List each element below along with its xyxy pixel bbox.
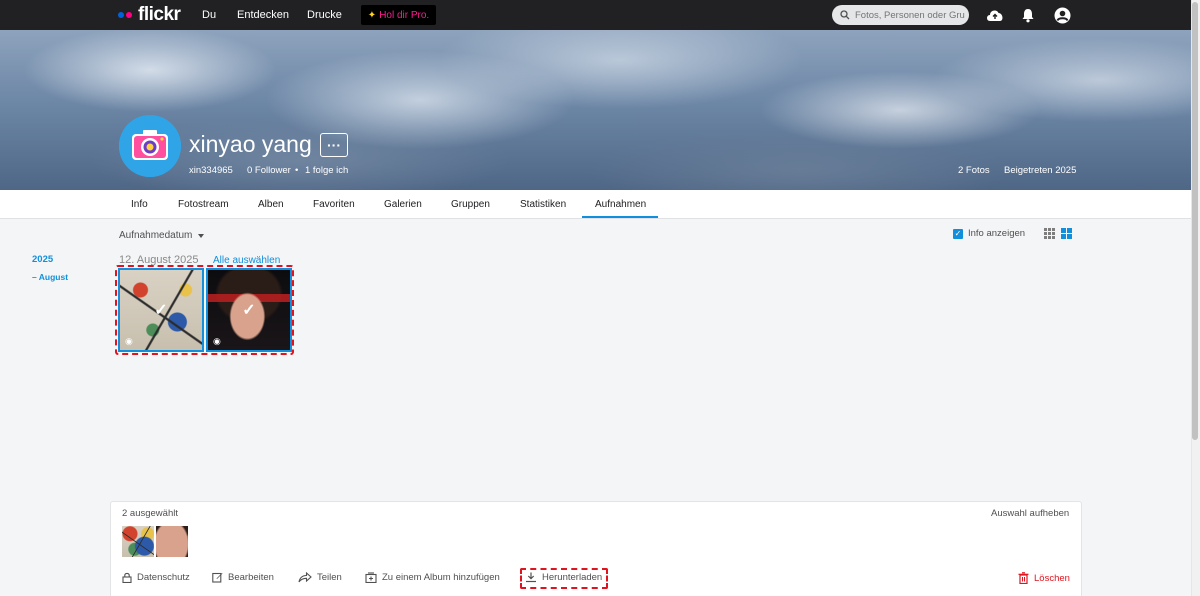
sparkle-icon: ✦	[367, 9, 377, 21]
edit-button[interactable]: Bearbeiten	[212, 572, 274, 583]
tab-aufnahmen[interactable]: Aufnahmen	[595, 199, 646, 210]
tab-galerien[interactable]: Galerien	[384, 199, 422, 210]
delete-label: Löschen	[1034, 572, 1070, 584]
large-grid-view-icon[interactable]	[1061, 228, 1072, 239]
caret-down-icon	[198, 233, 205, 238]
privacy-button[interactable]: Datenschutz	[122, 572, 190, 583]
selected-count: 2 ausgewählt	[122, 508, 178, 519]
lock-icon	[122, 572, 132, 583]
following-link[interactable]: 1 folge ich	[305, 165, 348, 176]
tab-favoriten[interactable]: Favoriten	[313, 199, 355, 210]
photo-count: 2 Fotos	[958, 165, 990, 176]
followers-link[interactable]: 0 Follower	[247, 165, 291, 176]
add-to-album-button[interactable]: Zu einem Album hinzufügen	[365, 572, 500, 583]
nav-link-drucke[interactable]: Drucke	[307, 9, 342, 21]
add-to-album-label: Zu einem Album hinzufügen	[382, 572, 500, 583]
logo-text: flickr	[138, 4, 181, 25]
sort-label: Aufnahmedatum	[119, 230, 193, 241]
sort-dropdown[interactable]: Aufnahmedatum	[119, 230, 205, 241]
flickr-logo[interactable]: flickr	[118, 4, 181, 25]
account-icon[interactable]	[1052, 6, 1072, 24]
edit-label: Bearbeiten	[228, 572, 274, 583]
tab-alben[interactable]: Alben	[258, 199, 284, 210]
download-icon	[526, 572, 536, 583]
timeline-year[interactable]: 2025	[32, 254, 53, 265]
top-nav: flickr Du Entdecken Drucke ✦ Hol dir Pro…	[0, 0, 1200, 30]
download-label: Herunterladen	[542, 572, 603, 583]
more-options-button[interactable]: ···	[320, 133, 348, 157]
eye-icon: ◉	[213, 336, 221, 346]
upload-icon[interactable]	[984, 6, 1006, 24]
profile-avatar[interactable]	[119, 115, 181, 177]
deselect-link[interactable]: Auswahl aufheben	[991, 508, 1069, 519]
trash-icon	[1018, 572, 1029, 584]
joined-date: Beigetreten 2025	[1004, 165, 1077, 176]
camera-avatar-icon	[119, 115, 181, 177]
edit-icon	[212, 572, 223, 583]
small-grid-view-icon[interactable]	[1044, 228, 1055, 239]
eye-icon: ◉	[125, 336, 133, 346]
get-pro-button[interactable]: ✦ Hol dir Pro.	[361, 5, 436, 25]
show-info-label: Info anzeigen	[968, 228, 1026, 239]
selected-thumbnail	[122, 526, 154, 557]
share-label: Teilen	[317, 572, 342, 583]
search-icon	[840, 10, 850, 20]
logo-pink-dot	[126, 12, 132, 18]
active-tab-indicator	[582, 216, 658, 218]
nav-link-entdecken[interactable]: Entdecken	[237, 9, 289, 21]
timeline-month-label: August	[38, 272, 69, 282]
get-pro-label: Hol dir Pro.	[379, 9, 430, 21]
download-button[interactable]: Herunterladen	[525, 572, 602, 583]
separator-dot: •	[295, 165, 299, 176]
timeline-month[interactable]: – August	[32, 272, 68, 282]
logo-blue-dot	[118, 12, 124, 18]
tab-info[interactable]: Info	[131, 199, 148, 210]
tab-statistiken[interactable]: Statistiken	[520, 199, 566, 210]
photo-thumbnail[interactable]: ✓ ◉	[206, 268, 292, 352]
bell-icon[interactable]	[1018, 6, 1038, 24]
profile-tabs: Info Fotostream Alben Favoriten Galerien…	[0, 190, 1191, 219]
album-add-icon	[365, 572, 377, 583]
delete-button[interactable]: Löschen	[1018, 572, 1070, 584]
checkbox-checked-icon[interactable]: ✓	[953, 228, 963, 239]
share-button[interactable]: Teilen	[298, 572, 342, 583]
search-box[interactable]	[832, 5, 969, 25]
tab-fotostream[interactable]: Fotostream	[178, 199, 229, 210]
scrollbar-thumb[interactable]	[1192, 2, 1198, 440]
search-input[interactable]	[855, 9, 965, 21]
nav-link-du[interactable]: Du	[202, 9, 216, 21]
share-arrow-icon	[298, 572, 312, 583]
selected-thumbnail	[156, 526, 188, 557]
profile-handle: xin334965	[189, 165, 233, 176]
tab-gruppen[interactable]: Gruppen	[451, 199, 490, 210]
show-info-toggle[interactable]: ✓ Info anzeigen	[953, 228, 1025, 239]
profile-name: xinyao yang	[189, 131, 312, 157]
photo-thumbnail[interactable]: ✓ ◉	[118, 268, 204, 352]
privacy-label: Datenschutz	[137, 572, 190, 583]
